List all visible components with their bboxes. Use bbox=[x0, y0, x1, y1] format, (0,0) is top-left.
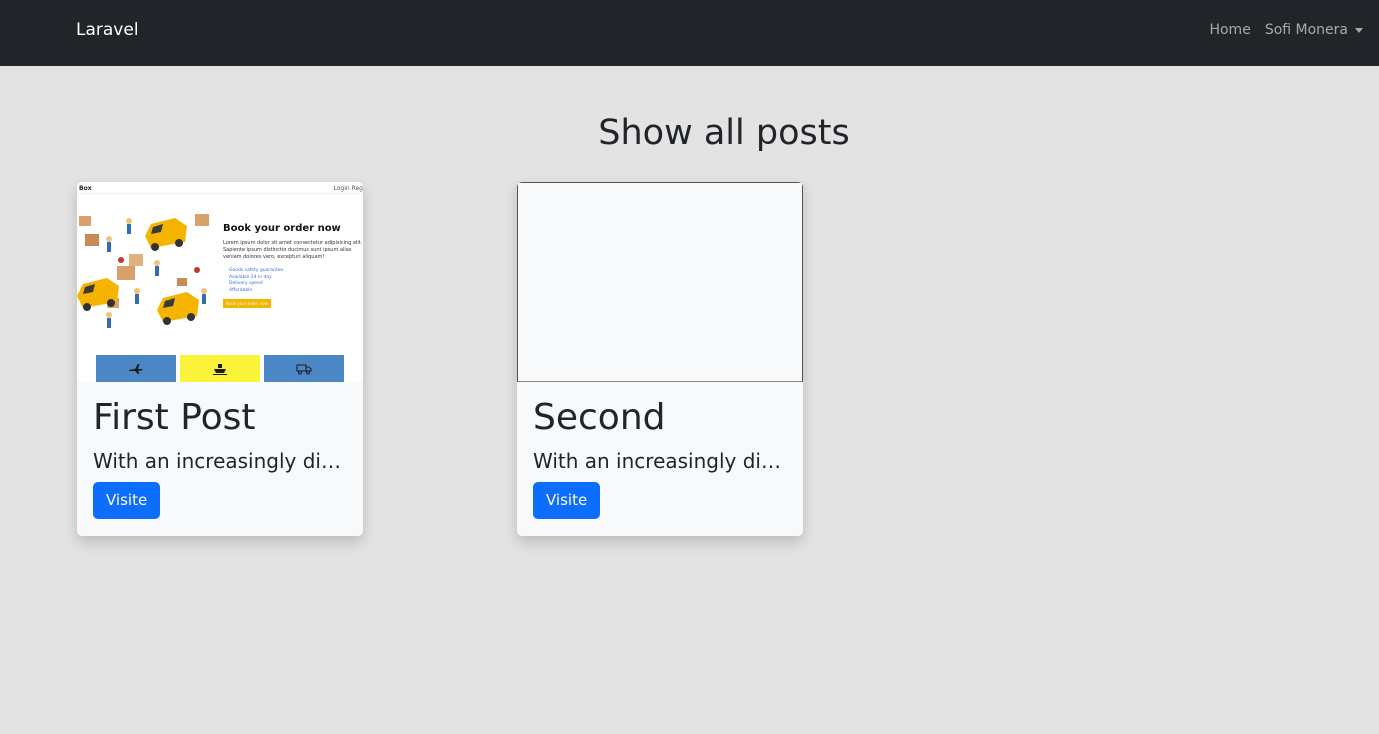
user-name: Sofi Monera bbox=[1264, 22, 1348, 38]
user-dropdown-toggle[interactable]: Sofi Monera bbox=[1265, 22, 1363, 38]
nav-home-link[interactable]: Home bbox=[1209, 22, 1250, 38]
feature-item: Goods safety guarantee bbox=[229, 268, 284, 273]
navbar-brand[interactable]: Laravel bbox=[76, 20, 139, 40]
post-thumbnail bbox=[517, 182, 803, 382]
tile-land bbox=[264, 355, 344, 382]
thumbnail-brand: Box bbox=[79, 185, 92, 192]
thumbnail-navbar: Box Login Reg bbox=[77, 182, 363, 194]
thumbnail-heading: Book your order now bbox=[223, 223, 341, 234]
tile-air bbox=[96, 355, 176, 382]
post-excerpt: With an increasingly digital world bbox=[533, 449, 789, 473]
visit-button[interactable]: Visite bbox=[93, 482, 161, 519]
top-navbar: Laravel Home Sofi Monera bbox=[0, 0, 1379, 66]
delivery-illustration bbox=[77, 214, 209, 328]
thumbnail-nav-links: Login Reg bbox=[333, 185, 364, 192]
post-title: First Post bbox=[93, 397, 256, 438]
card-body: Second With an increasingly digital worl… bbox=[533, 398, 789, 519]
card-body: First Post With an increasingly digital … bbox=[93, 398, 349, 519]
airplane-icon bbox=[129, 363, 143, 374]
post-thumbnail: Box Login Reg Book your order now Lorem … bbox=[77, 182, 363, 382]
thumbnail-paragraph: Lorem ipsum dolor sit amet consectetur a… bbox=[223, 240, 363, 260]
feature-item: Affordable bbox=[229, 287, 253, 293]
navbar-links: Home Sofi Monera bbox=[1209, 22, 1363, 38]
truck-icon bbox=[296, 364, 312, 374]
visit-button[interactable]: Visite bbox=[533, 482, 601, 519]
post-card: Box Login Reg Book your order now Lorem … bbox=[77, 182, 363, 536]
tile-sea bbox=[180, 355, 260, 382]
ship-icon bbox=[213, 363, 227, 375]
caret-down-icon bbox=[1355, 27, 1363, 33]
thumbnail-cta: Book your order now bbox=[223, 299, 271, 308]
post-excerpt: With an increasingly digital world bbox=[93, 449, 349, 473]
page-title: Show all posts bbox=[598, 113, 850, 153]
post-card: Second With an increasingly digital worl… bbox=[517, 182, 803, 536]
thumbnail-feature-list: Goods safety guarantee Available 24 in d… bbox=[229, 268, 283, 294]
post-title: Second bbox=[533, 397, 666, 438]
